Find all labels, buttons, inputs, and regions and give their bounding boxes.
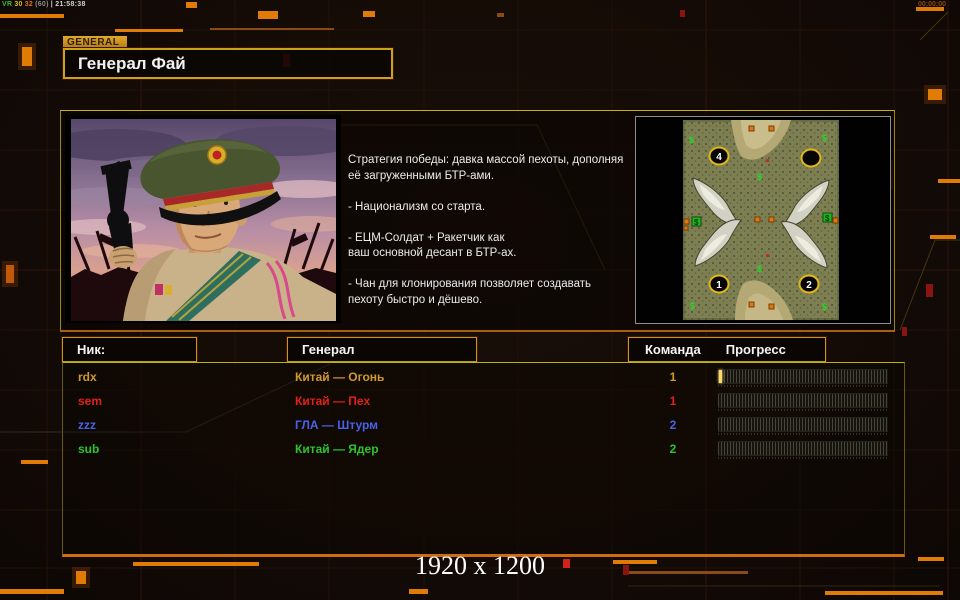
minimap: $ $ $ $ $ $ $ $ 4 xyxy=(683,120,839,320)
player-row: sub Китай — Ядер 2 xyxy=(63,438,904,462)
column-header-team-progress: Команда Прогресс xyxy=(628,337,826,362)
player-row: rdx Китай — Огонь 1 xyxy=(63,366,904,390)
match-timer: 00:00:00 xyxy=(918,1,946,8)
progress-bar xyxy=(718,417,888,432)
progress-bar xyxy=(718,369,888,384)
player-general: Китай — Огонь xyxy=(295,370,384,384)
progress-bar-ticks xyxy=(718,385,888,387)
player-team: 1 xyxy=(659,370,687,384)
start-marker-empty xyxy=(802,150,821,167)
strategy-text: Стратегия победы: давка массой пехоты, д… xyxy=(348,153,648,308)
loading-screen: VR3032(60)| 21:58:38 00:00:00 GENERAL Ге… xyxy=(0,0,960,600)
player-table: rdx Китай — Огонь 1 sem Китай — Пех 1 zz… xyxy=(62,362,905,557)
player-nick: sem xyxy=(78,394,102,408)
start-marker-1: 1 xyxy=(710,276,729,293)
debug-prefix: VR xyxy=(2,1,12,8)
start-marker-4: 4 xyxy=(710,148,729,165)
player-team: 2 xyxy=(659,442,687,456)
supply-icon: $ xyxy=(690,301,695,311)
supply-icon: $ xyxy=(689,135,694,145)
svg-text:2: 2 xyxy=(806,280,812,291)
progress-bar xyxy=(718,441,888,456)
briefing-panel: Стратегия победы: давка массой пехоты, д… xyxy=(60,110,895,332)
supply-icon: $ xyxy=(694,218,699,227)
progress-marker xyxy=(719,370,722,383)
general-portrait xyxy=(71,119,336,321)
progress-bar xyxy=(718,393,888,408)
page-title: Генерал Фай xyxy=(78,54,186,74)
player-general: Китай — Ядер xyxy=(295,442,379,456)
player-nick: rdx xyxy=(78,370,97,384)
debug-vsync: (60) xyxy=(35,1,49,8)
player-general: ГЛА — Штурм xyxy=(295,418,378,432)
column-header-nick: Ник: xyxy=(62,337,197,362)
resolution-label: 1920 x 1200 xyxy=(0,551,960,581)
supply-icon: $ xyxy=(825,214,830,223)
title-box: Генерал Фай xyxy=(63,48,393,79)
svg-text:4: 4 xyxy=(716,152,722,163)
supply-icon: $ xyxy=(757,172,762,182)
supply-icon: $ xyxy=(822,302,827,312)
player-team: 1 xyxy=(659,394,687,408)
player-general: Китай — Пех xyxy=(295,394,370,408)
debug-clock: | 21:58:38 xyxy=(51,1,86,8)
team-column-label: Команда xyxy=(645,342,701,357)
debug-stats: VR3032(60)| 21:58:38 xyxy=(2,1,88,8)
nick-column-label: Ник: xyxy=(77,342,105,357)
general-column-label: Генерал xyxy=(302,342,354,357)
player-nick: sub xyxy=(78,442,99,456)
supply-icon: $ xyxy=(757,264,762,274)
general-portrait-frame xyxy=(65,115,341,323)
player-row: sem Китай — Пех 1 xyxy=(63,390,904,414)
player-nick: zzz xyxy=(78,418,96,432)
supply-icon: $ xyxy=(822,133,827,143)
player-team: 2 xyxy=(659,418,687,432)
progress-bar-ticks xyxy=(718,433,888,435)
progress-bar-ticks xyxy=(718,409,888,411)
debug-render: 32 xyxy=(25,1,33,8)
progress-bar-ticks xyxy=(718,457,888,459)
player-row: zzz ГЛА — Штурм 2 xyxy=(63,414,904,438)
minimap-panel: $ $ $ $ $ $ $ $ 4 xyxy=(635,116,891,324)
progress-column-label: Прогресс xyxy=(726,342,786,357)
debug-fps: 30 xyxy=(14,1,22,8)
start-marker-2: 2 xyxy=(800,276,819,293)
column-header-general: Генерал xyxy=(287,337,477,362)
svg-text:1: 1 xyxy=(716,280,722,291)
